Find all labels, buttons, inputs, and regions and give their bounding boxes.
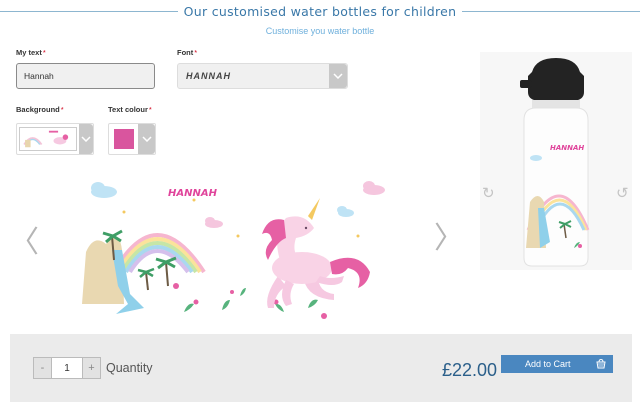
cloud-icon xyxy=(205,217,223,228)
unicorn-background-thumbnail xyxy=(19,127,77,151)
text-colour-select[interactable] xyxy=(108,123,156,155)
font-dropdown-button[interactable] xyxy=(329,64,347,88)
title-divider-left xyxy=(0,10,178,12)
quantity-decrease-button[interactable]: - xyxy=(34,358,51,378)
sparkle-icon xyxy=(122,198,360,238)
chevron-down-icon xyxy=(81,136,91,142)
quantity-increase-button[interactable]: + xyxy=(83,358,100,378)
background-select[interactable] xyxy=(16,123,94,155)
purchase-bar: - + Quantity £22.00 Add to Cart xyxy=(10,334,632,402)
text-colour-label: Text colour* xyxy=(108,105,152,114)
unicorn-icon xyxy=(262,198,370,308)
font-label-text: Font xyxy=(177,48,194,57)
art-name-text: HANNAH xyxy=(168,188,218,199)
bottle-cap-icon xyxy=(528,58,584,100)
cloud-icon xyxy=(363,181,385,195)
required-marker: * xyxy=(148,105,152,114)
plant-icon xyxy=(184,288,318,312)
previous-arrow-icon[interactable]: 〈 xyxy=(9,228,39,258)
product-customiser-page: Our customised water bottles for childre… xyxy=(0,0,640,410)
palm-tree-icon xyxy=(137,267,155,291)
rotate-right-icon[interactable]: ↺ xyxy=(616,186,629,201)
water-bottle-image: HANNAH xyxy=(480,52,632,270)
text-colour-dropdown-button[interactable] xyxy=(138,124,155,154)
quantity-input[interactable] xyxy=(51,358,83,378)
background-label: Background* xyxy=(16,105,64,114)
pink-colour-chip xyxy=(113,129,134,149)
background-swatch xyxy=(17,124,79,154)
font-select[interactable]: HANNAH xyxy=(177,63,348,89)
rotate-left-icon[interactable]: ↻ xyxy=(482,186,495,201)
cart-icon xyxy=(596,358,606,369)
add-to-cart-label: Add to Cart xyxy=(525,359,571,369)
text-colour-label-text: Text colour xyxy=(108,105,148,114)
title-divider-right xyxy=(462,10,640,12)
my-text-label: My text* xyxy=(16,48,46,57)
quantity-label: Quantity xyxy=(106,361,153,375)
font-selected-value: HANNAH xyxy=(186,71,231,81)
background-dropdown-button[interactable] xyxy=(79,124,93,154)
cloud-icon xyxy=(91,182,117,198)
font-label: Font* xyxy=(177,48,197,57)
add-to-cart-button[interactable]: Add to Cart xyxy=(501,355,613,373)
required-marker: * xyxy=(194,48,198,57)
design-artwork-preview: HANNAH xyxy=(82,181,385,319)
bottle-preview: HANNAH ↻ ↺ xyxy=(480,52,632,270)
chevron-down-icon xyxy=(333,73,343,79)
chevron-down-icon xyxy=(141,136,152,142)
required-marker: * xyxy=(60,105,64,114)
quantity-stepper[interactable]: - + xyxy=(33,357,101,379)
palm-tree-icon xyxy=(155,256,177,287)
product-price: £22.00 xyxy=(442,360,498,380)
next-arrow-icon[interactable]: 〉 xyxy=(434,224,464,254)
page-header: Our customised water bottles for childre… xyxy=(0,2,640,20)
page-title: Our customised water bottles for childre… xyxy=(183,3,457,19)
bottle-name-text: HANNAH xyxy=(550,144,584,152)
background-label-text: Background xyxy=(16,105,60,114)
page-subtitle: Customise you water bottle xyxy=(265,26,375,36)
my-text-label-text: My text xyxy=(16,48,42,57)
required-marker: * xyxy=(42,48,46,57)
cloud-icon xyxy=(337,206,354,217)
text-colour-swatch xyxy=(109,124,138,154)
flower-icon xyxy=(173,283,327,319)
my-text-input[interactable] xyxy=(16,63,155,89)
